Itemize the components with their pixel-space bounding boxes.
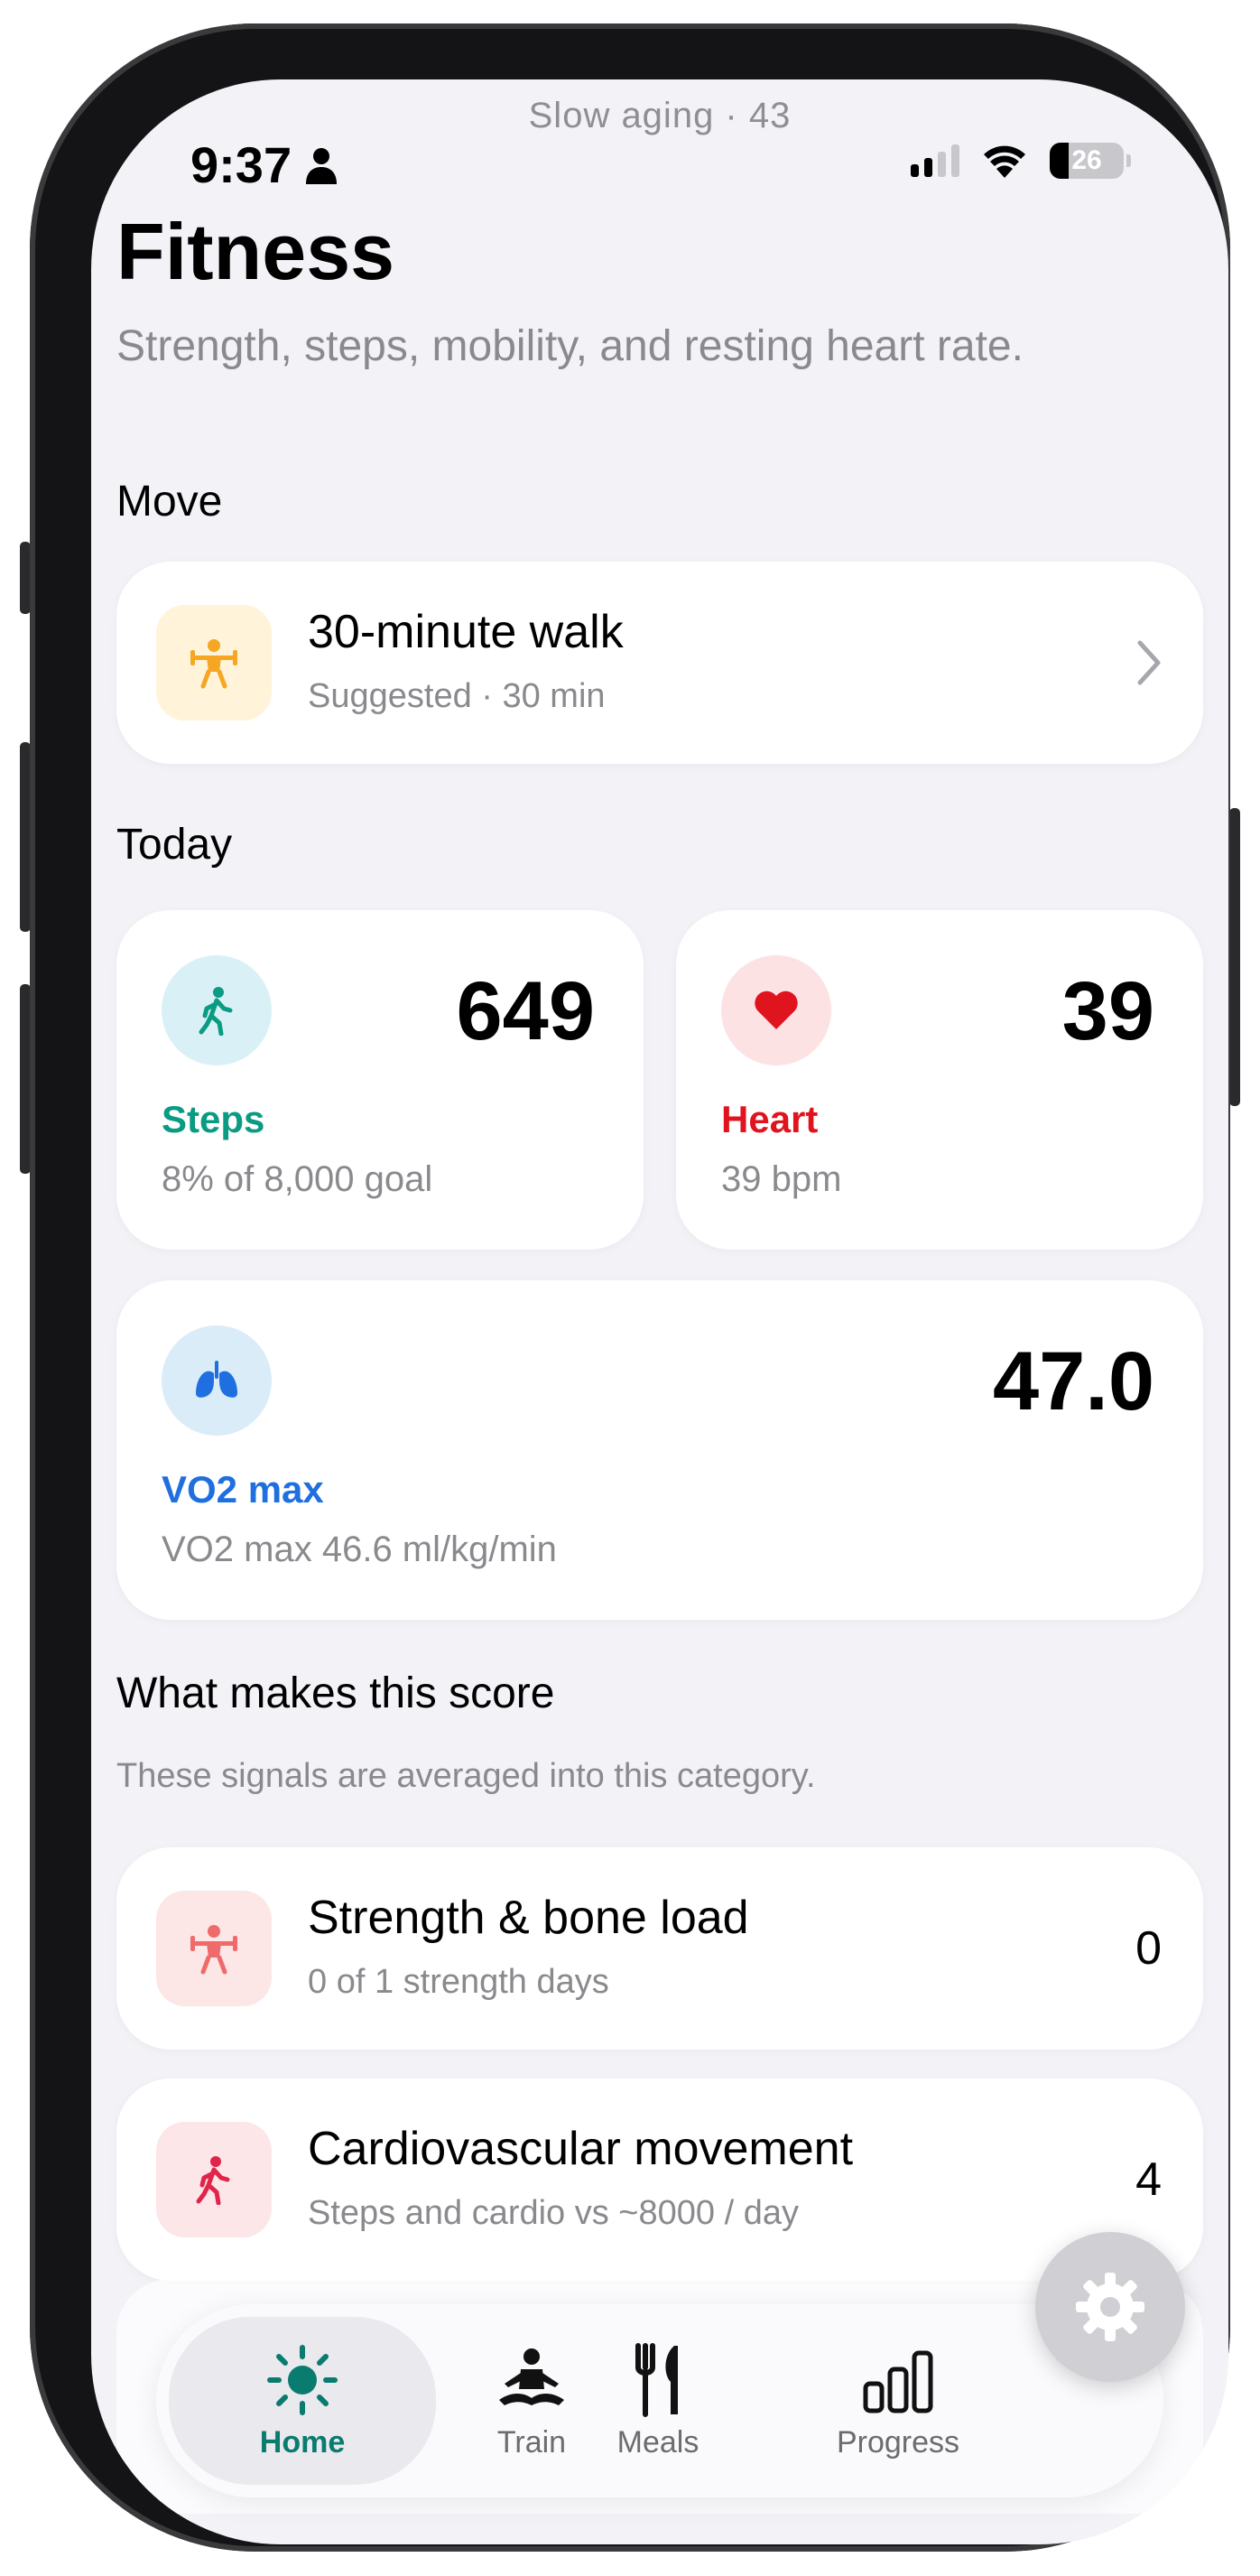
tab-progress-label: Progress — [836, 2424, 960, 2460]
vo2-max-card[interactable]: 47.0 VO2 max VO2 max 46.6 ml/kg/min — [116, 1280, 1203, 1620]
steps-value: 649 — [456, 965, 596, 1057]
status-time: 9:37 — [190, 135, 338, 194]
tab-progress[interactable]: Progress — [781, 2304, 1015, 2497]
phone-frame: Slow aging · 43 9:37 26 Fitness Strength… — [30, 23, 1230, 2552]
suggested-walk-subtitle: Suggested · 30 min — [308, 677, 606, 715]
lungs-icon — [162, 1325, 272, 1436]
sun-icon — [267, 2344, 338, 2415]
cellular-signal-icon — [911, 144, 959, 177]
vo2-max-detail: VO2 max 46.6 ml/kg/min — [162, 1530, 557, 1569]
heart-bpm-text: 39 bpm — [721, 1159, 842, 1199]
vo2-max-label: VO2 max — [162, 1468, 324, 1511]
steps-card[interactable]: 649 Steps 8% of 8,000 goal — [116, 910, 644, 1250]
suggested-walk-title: 30-minute walk — [308, 606, 624, 658]
bars-icon — [863, 2350, 933, 2413]
settings-button[interactable] — [1035, 2232, 1185, 2382]
tab-home-label: Home — [259, 2424, 346, 2460]
tab-home[interactable]: Home — [169, 2317, 436, 2485]
heart-label: Heart — [721, 1098, 819, 1140]
vo2-max-value: 47.0 — [992, 1335, 1154, 1427]
heart-value: 39 — [1061, 965, 1154, 1057]
cardio-row-title: Cardiovascular movement — [308, 2123, 854, 2175]
strength-bone-load-row[interactable]: Strength & bone load 0 of 1 strength day… — [116, 1847, 1203, 2050]
walking-icon — [156, 2122, 272, 2237]
cardiovascular-movement-row[interactable]: Cardiovascular movement Steps and cardio… — [116, 2078, 1203, 2281]
heart-card[interactable]: 39 Heart 39 bpm — [676, 910, 1203, 1250]
battery-percent: 26 — [1071, 145, 1102, 175]
strength-row-value: 0 — [1135, 1922, 1162, 1975]
score-caption: These signals are averaged into this cat… — [116, 1757, 816, 1795]
power-button — [1229, 808, 1240, 1106]
bottom-tab-bar: Home Train Meals Progress — [156, 2304, 1163, 2497]
strength-figure-icon — [156, 1891, 272, 2006]
suggested-walk-card[interactable]: 30-minute walk Suggested · 30 min — [116, 562, 1203, 764]
page-subtitle: Strength, steps, mobility, and resting h… — [116, 322, 1024, 370]
strength-figure-icon — [156, 605, 272, 721]
fork-knife-icon — [635, 2342, 678, 2417]
status-time-text: 9:37 — [190, 136, 292, 193]
gear-icon — [1076, 2273, 1144, 2341]
status-icons: 26 — [911, 143, 1131, 179]
battery-icon: 26 — [1050, 143, 1124, 179]
wifi-icon — [984, 145, 1025, 178]
person-icon — [306, 147, 338, 184]
section-today-title: Today — [116, 821, 233, 869]
page-title: Fitness — [116, 207, 395, 296]
tab-meals-label: Meals — [616, 2424, 699, 2460]
section-move-title: Move — [116, 478, 223, 525]
tab-meals[interactable]: Meals — [541, 2304, 775, 2497]
section-score-title: What makes this score — [116, 1669, 555, 1717]
heart-icon — [721, 955, 831, 1065]
walking-icon — [162, 955, 272, 1065]
strength-row-subtitle: 0 of 1 strength days — [308, 1963, 609, 2001]
strength-row-title: Strength & bone load — [308, 1892, 749, 1944]
score-banner: Slow aging · 43 — [528, 96, 792, 135]
cardio-row-value: 4 — [1135, 2153, 1162, 2206]
steps-label: Steps — [162, 1098, 265, 1140]
chevron-right-icon — [1137, 640, 1161, 685]
steps-goal-text: 8% of 8,000 goal — [162, 1159, 433, 1199]
cardio-row-subtitle: Steps and cardio vs ~8000 / day — [308, 2194, 799, 2232]
screen: Slow aging · 43 9:37 26 Fitness Strength… — [91, 79, 1228, 2544]
